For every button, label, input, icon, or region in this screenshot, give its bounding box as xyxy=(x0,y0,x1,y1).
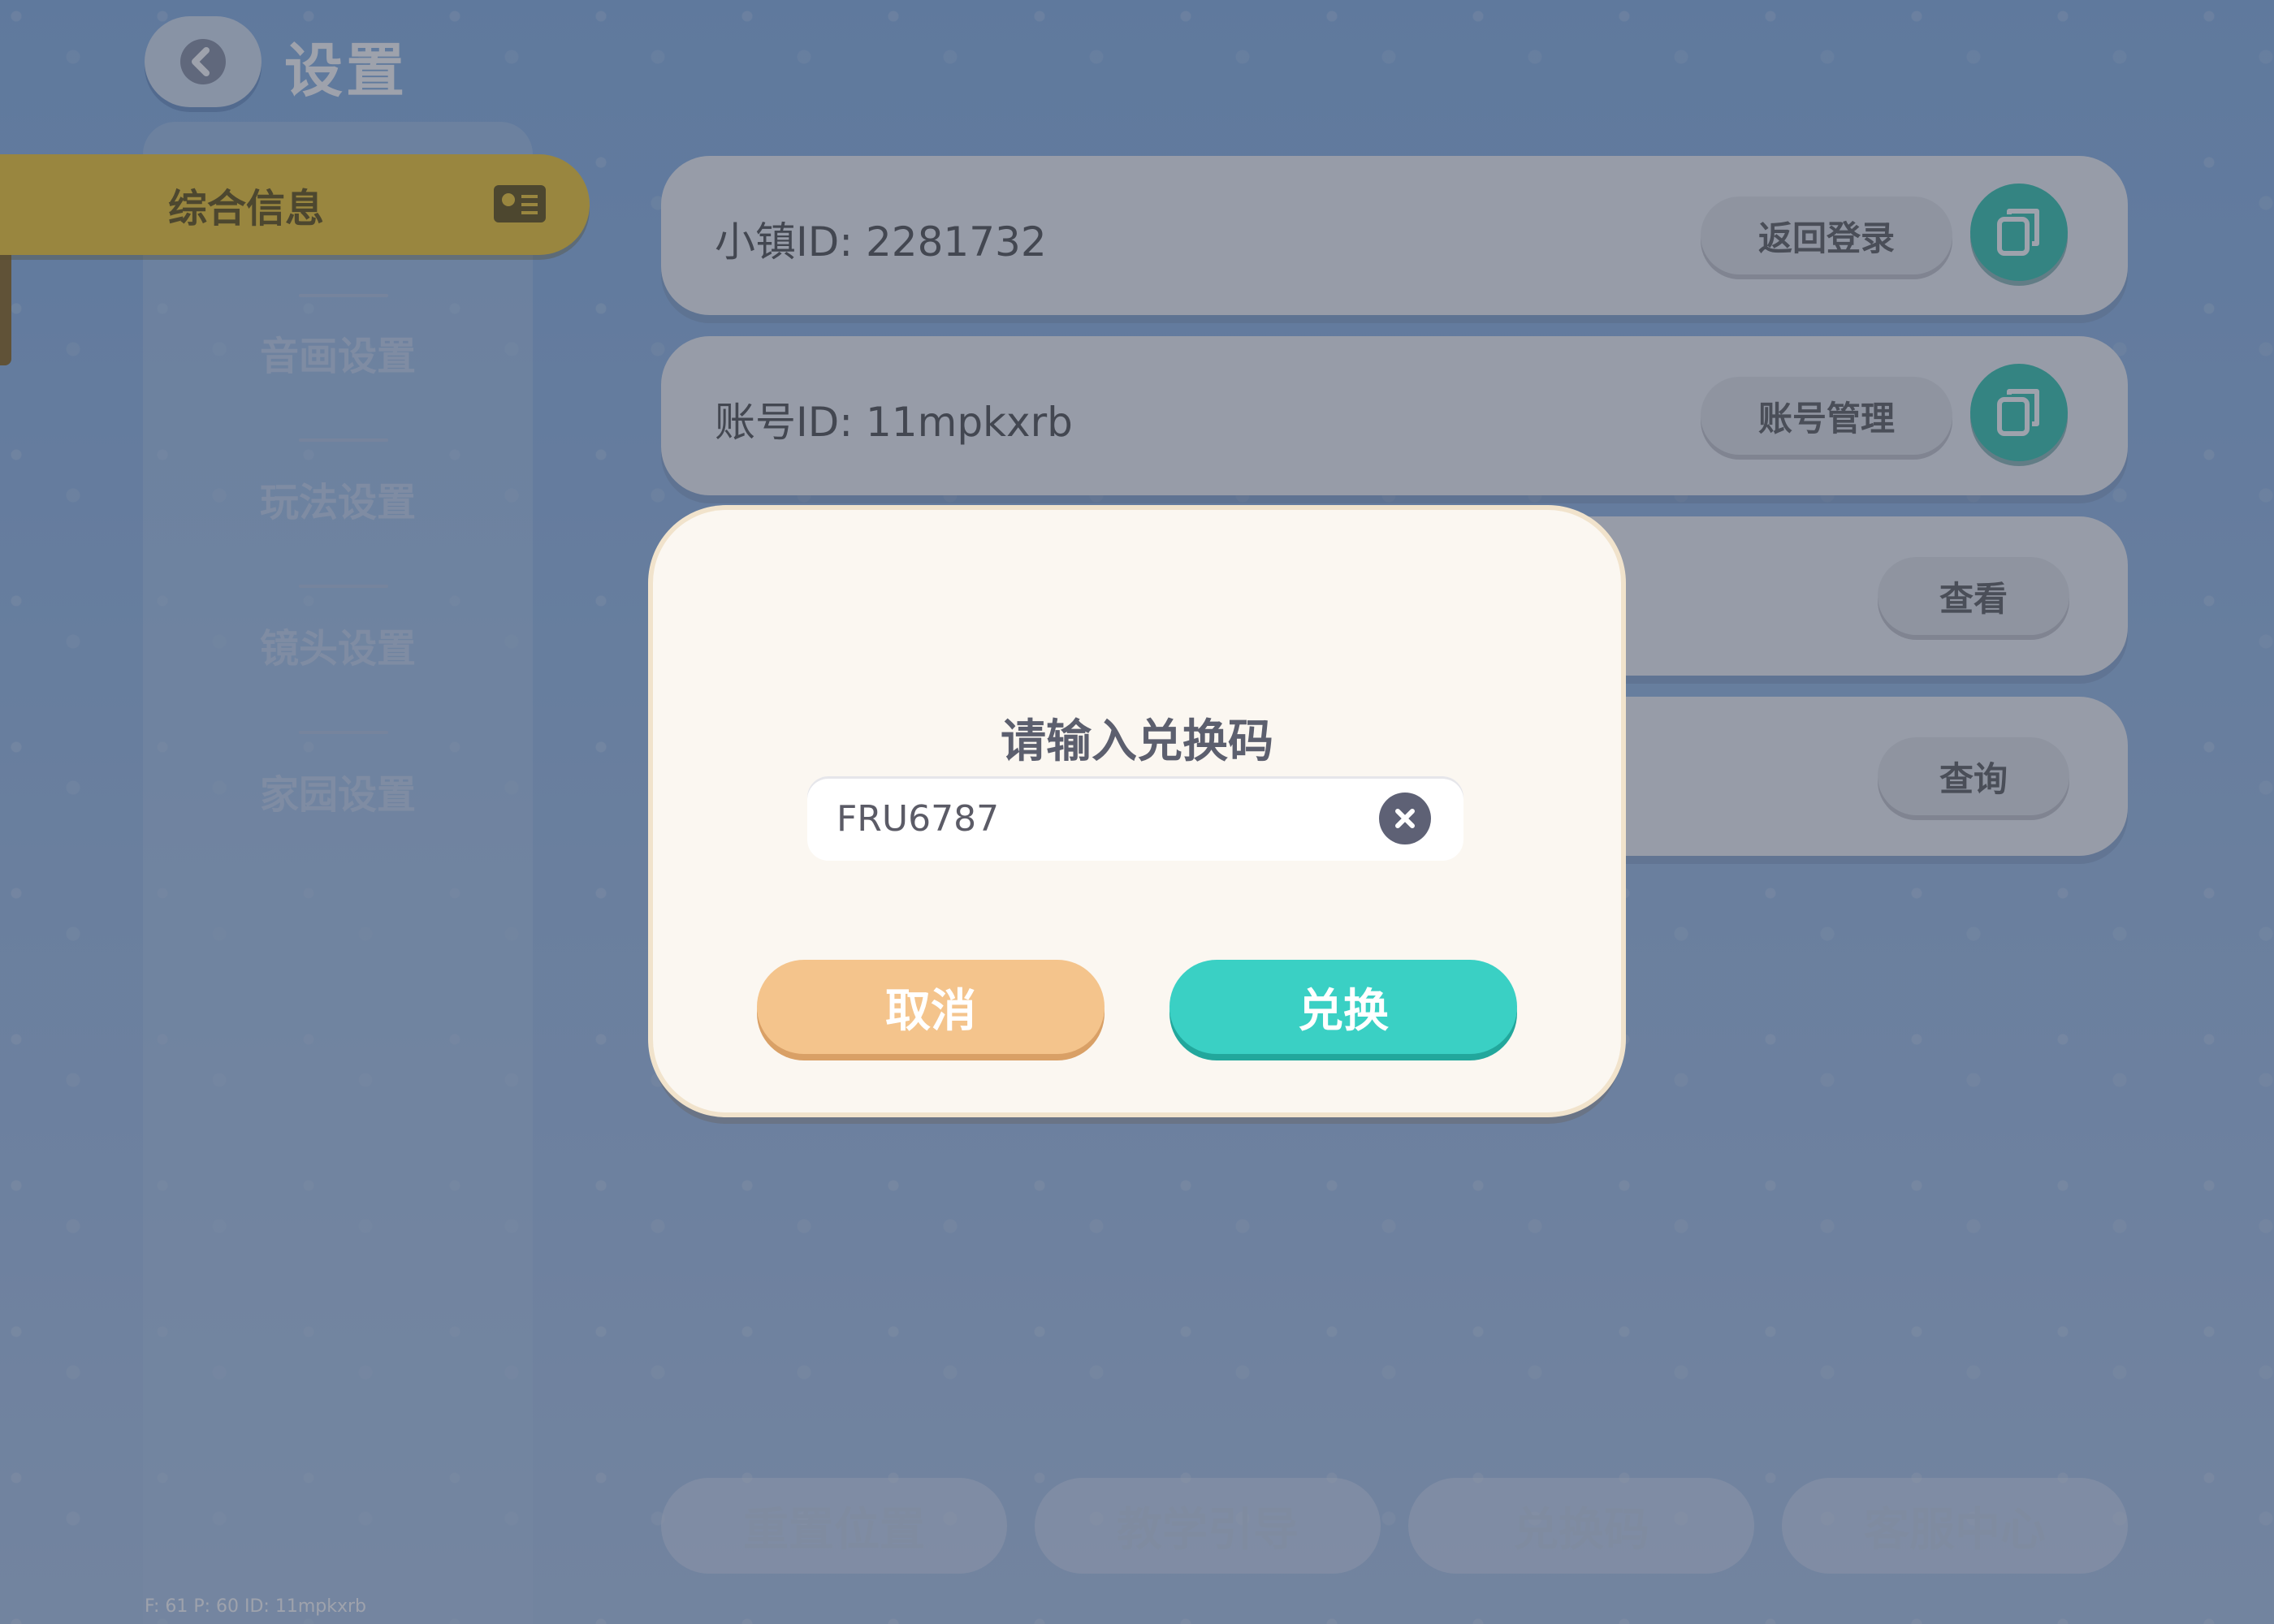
redeem-button[interactable]: 兑换 xyxy=(1169,960,1517,1054)
close-icon xyxy=(1395,809,1415,828)
dialog-title: 请输入兑换码 xyxy=(1001,715,1273,768)
clear-input-button[interactable] xyxy=(1379,793,1431,844)
redeem-code-field xyxy=(807,776,1463,861)
cancel-button[interactable]: 取消 xyxy=(757,960,1105,1054)
redeem-code-dialog: 请输入兑换码 取消 兑换 xyxy=(653,510,1621,1112)
redeem-code-input[interactable] xyxy=(835,791,1358,846)
